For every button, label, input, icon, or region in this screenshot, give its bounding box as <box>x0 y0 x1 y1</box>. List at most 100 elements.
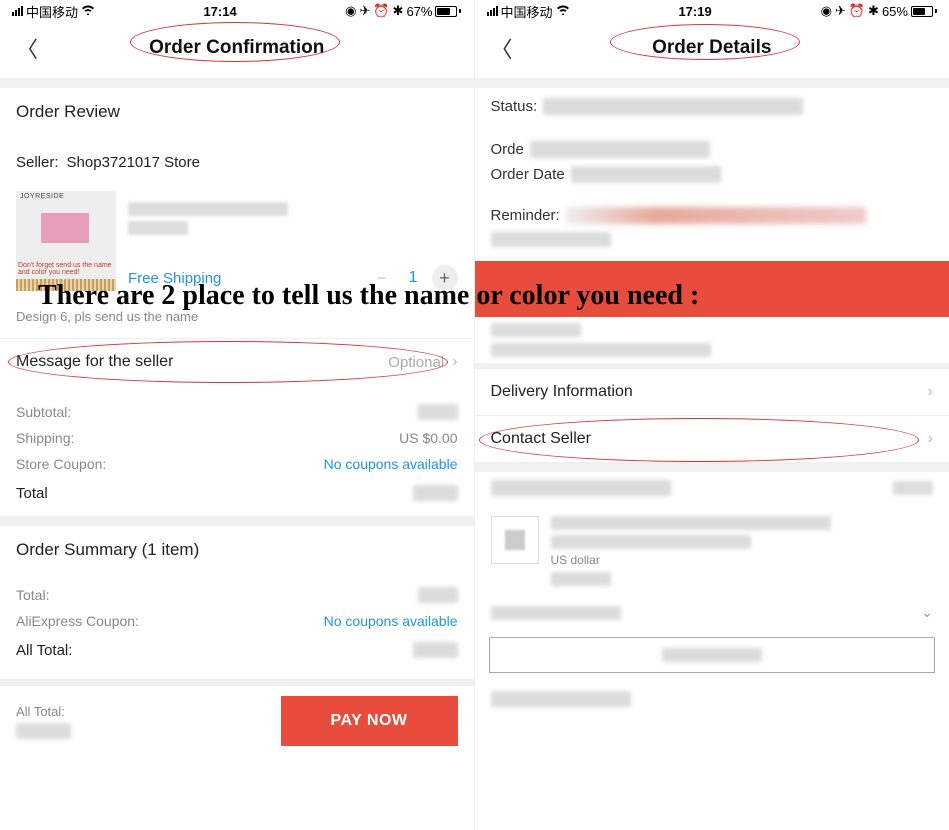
wifi-icon <box>81 4 95 18</box>
delivery-info-row[interactable]: Delivery Information › <box>475 369 949 415</box>
blurred-text <box>491 323 581 337</box>
summary-title: Order Summary (1 item) <box>16 540 458 560</box>
all-total-row: All Total: <box>16 634 458 665</box>
blurred-text <box>662 648 762 662</box>
blurred-value <box>491 232 611 247</box>
summary-total-label: Total: <box>16 587 49 603</box>
blurred-text <box>491 606 621 620</box>
nav-bar: 〈 Order Details <box>475 22 949 78</box>
carrier-label: 中国移动 <box>501 2 553 21</box>
chevron-right-icon: › <box>452 353 457 371</box>
blurred-value <box>571 166 721 183</box>
blurred-value <box>543 98 803 115</box>
footer-all-total-label: All Total: <box>16 704 269 719</box>
coupon-label: Store Coupon: <box>16 456 106 472</box>
summary-total-row: Total: <box>16 582 458 608</box>
delivery-label: Delivery Information <box>491 383 633 401</box>
subtotal-row: Subtotal: <box>0 399 474 425</box>
page-title: Order Details <box>652 37 771 59</box>
blurred-value <box>16 723 71 739</box>
order-summary-section: Order Summary (1 item) Total: AliExpress… <box>0 526 474 679</box>
lock-icon: ◉ <box>821 3 832 19</box>
blurred-text <box>128 202 288 216</box>
blurred-text <box>491 480 671 496</box>
blurred-value <box>530 141 710 158</box>
product-thumb[interactable]: JOYRESIDE Don't forget send us the name … <box>16 191 116 291</box>
blurred-value <box>566 207 866 224</box>
blurred-text <box>893 481 933 495</box>
reminder-row: Reminder: <box>475 203 949 228</box>
reminder-label: Reminder: <box>491 207 560 224</box>
action-button[interactable] <box>489 637 936 673</box>
bluetooth-icon: ✱ <box>393 3 404 19</box>
ali-coupon-label: AliExpress Coupon: <box>16 613 139 629</box>
pay-bar: All Total: PAY NOW <box>0 685 474 756</box>
blurred-text <box>551 516 831 530</box>
page-title: Order Confirmation <box>149 37 324 59</box>
shipping-row: Shipping: US $0.00 <box>0 425 474 451</box>
chevron-right-icon: › <box>928 430 933 448</box>
blurred-text <box>128 221 188 235</box>
blurred-value <box>418 404 458 420</box>
divider <box>475 78 949 88</box>
order-row: Orde <box>475 137 949 162</box>
blurred-row <box>475 228 949 251</box>
location-icon: ✈ <box>835 3 846 19</box>
alarm-icon: ⏰ <box>373 3 389 19</box>
ali-coupon-row[interactable]: AliExpress Coupon: No coupons available <box>16 608 458 634</box>
message-seller-label: Message for the seller <box>16 353 173 371</box>
wifi-icon <box>556 4 570 18</box>
signal-icon <box>12 6 23 16</box>
back-button[interactable]: 〈 <box>16 32 38 64</box>
total-row: Total <box>0 477 474 516</box>
order-review-title: Order Review <box>16 102 458 122</box>
contact-seller-row[interactable]: Contact Seller › <box>475 415 949 462</box>
order-date-label: Order Date <box>491 166 565 183</box>
status-label: Status: <box>491 98 538 115</box>
battery-icon <box>911 6 937 17</box>
item-thumb[interactable] <box>491 516 539 564</box>
thumb-note: Don't forget send us the name and color … <box>18 262 114 277</box>
order-item-row: US dollar <box>475 504 949 598</box>
annotation-text: There are 2 place to tell us the name or… <box>38 280 939 312</box>
seller-row: Seller: Shop3721017 Store <box>0 140 474 185</box>
back-button[interactable]: 〈 <box>491 32 513 64</box>
phone-order-confirmation: 中国移动 17:14 ◉ ✈ ⏰ ✱ 67% 〈 Order Confi <box>0 0 475 830</box>
currency-note: US dollar <box>551 553 934 567</box>
chevron-down-icon[interactable]: ⌄ <box>921 604 933 621</box>
bluetooth-icon: ✱ <box>868 3 879 19</box>
message-seller-row[interactable]: Message for the seller Optional › <box>0 338 474 385</box>
chevron-right-icon: › <box>928 383 933 401</box>
seller-label: Seller: <box>16 154 59 171</box>
shipping-cost-label: Shipping: <box>16 430 74 446</box>
store-coupon-row[interactable]: Store Coupon: No coupons available <box>0 451 474 477</box>
signal-icon <box>487 6 498 16</box>
all-total-label: All Total: <box>16 642 72 659</box>
alarm-icon: ⏰ <box>849 3 865 19</box>
thumb-brand: JOYRESIDE <box>20 193 64 200</box>
blurred-value <box>413 642 458 658</box>
location-icon: ✈ <box>359 3 370 19</box>
nav-bar: 〈 Order Confirmation <box>0 22 474 78</box>
status-bar: 中国移动 17:19 ◉ ✈ ⏰ ✱ 65% <box>475 0 949 22</box>
battery-pct: 65% <box>882 4 908 19</box>
phone-order-details: 中国移动 17:19 ◉ ✈ ⏰ ✱ 65% 〈 Order Details <box>475 0 949 830</box>
blurred-text <box>491 691 631 707</box>
battery-pct: 67% <box>406 4 432 19</box>
blurred-text <box>491 343 711 357</box>
battery-icon <box>435 6 461 17</box>
order-label: Orde <box>491 141 524 158</box>
divider <box>475 462 949 472</box>
order-review-section: Order Review <box>0 88 474 140</box>
subtotal-label: Subtotal: <box>16 404 71 420</box>
message-placeholder: Optional <box>388 354 444 371</box>
blurred-text <box>551 572 611 586</box>
clock: 17:14 <box>203 4 236 19</box>
order-date-row: Order Date <box>475 162 949 187</box>
seller-name: Shop3721017 Store <box>67 154 200 171</box>
carrier-label: 中国移动 <box>26 2 78 21</box>
status-bar: 中国移动 17:14 ◉ ✈ ⏰ ✱ 67% <box>0 0 474 22</box>
divider <box>0 78 474 88</box>
total-label: Total <box>16 485 48 502</box>
pay-now-button[interactable]: PAY NOW <box>281 696 458 746</box>
